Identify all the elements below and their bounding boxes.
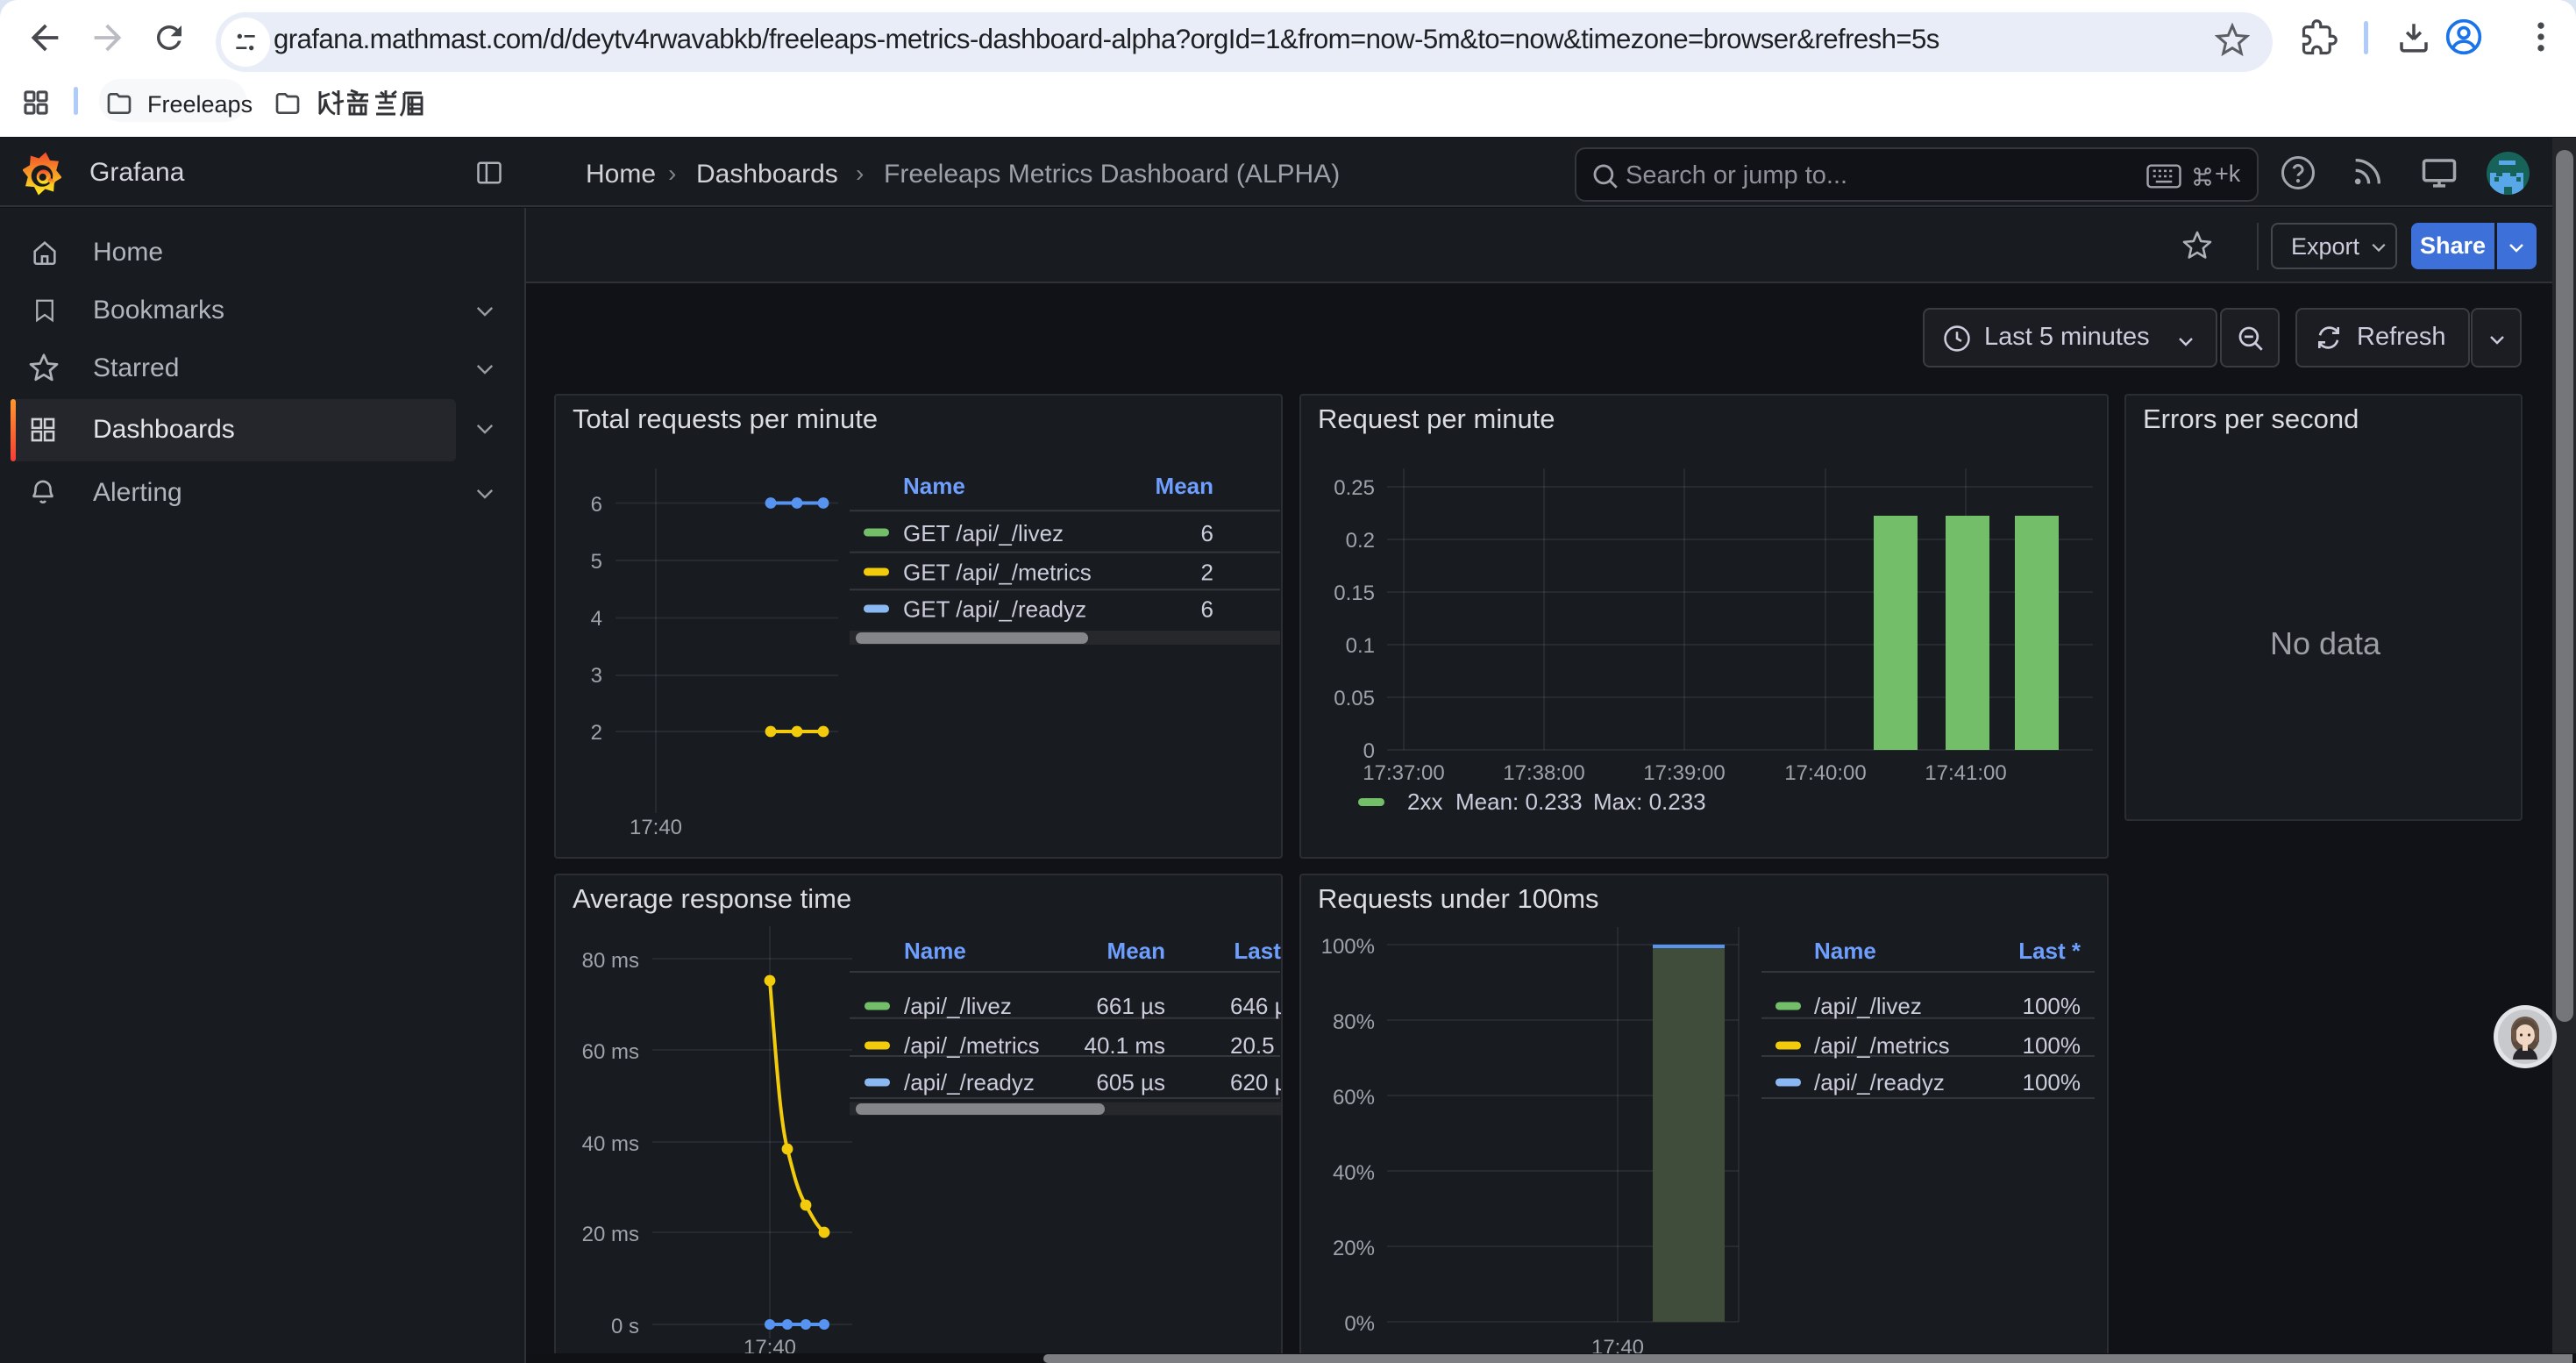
svg-text:/api/_/readyz: /api/_/readyz [904, 1069, 1035, 1095]
svg-text:100%: 100% [2023, 1069, 2081, 1095]
svg-text:2xx: 2xx [1407, 789, 1442, 815]
svg-text:0.15: 0.15 [1334, 582, 1375, 605]
svg-text:80%: 80% [1333, 1010, 1375, 1034]
svg-text:0%: 0% [1344, 1312, 1375, 1336]
svg-text:17:41:00: 17:41:00 [1925, 761, 2006, 785]
svg-text:Mean: Mean [1107, 938, 1165, 964]
svg-text:2: 2 [591, 721, 602, 745]
svg-text:661 µs: 661 µs [1096, 993, 1165, 1019]
svg-text:100%: 100% [2023, 993, 2081, 1019]
svg-text:60%: 60% [1333, 1086, 1375, 1110]
svg-text:17:38:00: 17:38:00 [1503, 761, 1584, 785]
svg-text:Mean: 0.233: Mean: 0.233 [1455, 789, 1583, 815]
svg-text:Max: 0.233: Max: 0.233 [1593, 789, 1706, 815]
svg-text:/api/_/metrics: /api/_/metrics [904, 1032, 1040, 1059]
svg-text:20%: 20% [1333, 1237, 1375, 1260]
svg-text:0 s: 0 s [611, 1315, 639, 1338]
svg-text:40%: 40% [1333, 1161, 1375, 1185]
svg-text:80 ms: 80 ms [582, 949, 639, 973]
svg-text:100%: 100% [1321, 935, 1375, 959]
svg-text:GET /api/_/readyz: GET /api/_/readyz [903, 596, 1086, 623]
svg-text:620 µs: 620 µs [1230, 1069, 1281, 1095]
svg-text:/api/_/livez: /api/_/livez [1814, 993, 1922, 1019]
svg-text:Last *: Last * [2018, 938, 2081, 964]
svg-text:4: 4 [591, 607, 602, 631]
svg-text:17:37:00: 17:37:00 [1363, 761, 1444, 785]
svg-text:0.1: 0.1 [1346, 634, 1375, 658]
svg-text:2: 2 [1201, 560, 1213, 586]
svg-text:5: 5 [591, 550, 602, 574]
svg-text:Last *: Last * [1234, 938, 1281, 964]
svg-text:/api/_/readyz: /api/_/readyz [1814, 1069, 1945, 1095]
svg-text:GET /api/_/livez: GET /api/_/livez [903, 520, 1064, 546]
svg-text:Name: Name [903, 473, 965, 499]
svg-text:Mean: Mean [1156, 473, 1213, 499]
svg-text:646 µs: 646 µs [1230, 993, 1281, 1019]
svg-text:0.05: 0.05 [1334, 687, 1375, 710]
svg-text:/api/_/metrics: /api/_/metrics [1814, 1032, 1950, 1059]
svg-text:/api/_/livez: /api/_/livez [904, 993, 1012, 1019]
svg-text:40.1 ms: 40.1 ms [1085, 1032, 1166, 1059]
svg-text:60 ms: 60 ms [582, 1040, 639, 1064]
svg-text:0.2: 0.2 [1346, 529, 1375, 553]
svg-text:0.25: 0.25 [1334, 476, 1375, 500]
svg-text:3: 3 [591, 664, 602, 688]
svg-text:40 ms: 40 ms [582, 1132, 639, 1156]
svg-text:17:40:00: 17:40:00 [1784, 761, 1866, 785]
svg-text:17:40: 17:40 [630, 816, 682, 839]
svg-text:0: 0 [1363, 739, 1375, 763]
svg-text:6: 6 [1201, 520, 1213, 546]
svg-text:20.5 ms: 20.5 ms [1230, 1032, 1281, 1059]
svg-text:17:39:00: 17:39:00 [1643, 761, 1725, 785]
svg-text:605 µs: 605 µs [1096, 1069, 1165, 1095]
svg-text:Name: Name [904, 938, 966, 964]
svg-text:100%: 100% [2023, 1032, 2081, 1059]
svg-text:GET /api/_/metrics: GET /api/_/metrics [903, 560, 1092, 586]
svg-text:6: 6 [1201, 596, 1213, 623]
svg-text:6: 6 [591, 493, 602, 517]
svg-text:20 ms: 20 ms [582, 1223, 639, 1246]
svg-text:Name: Name [1814, 938, 1876, 964]
